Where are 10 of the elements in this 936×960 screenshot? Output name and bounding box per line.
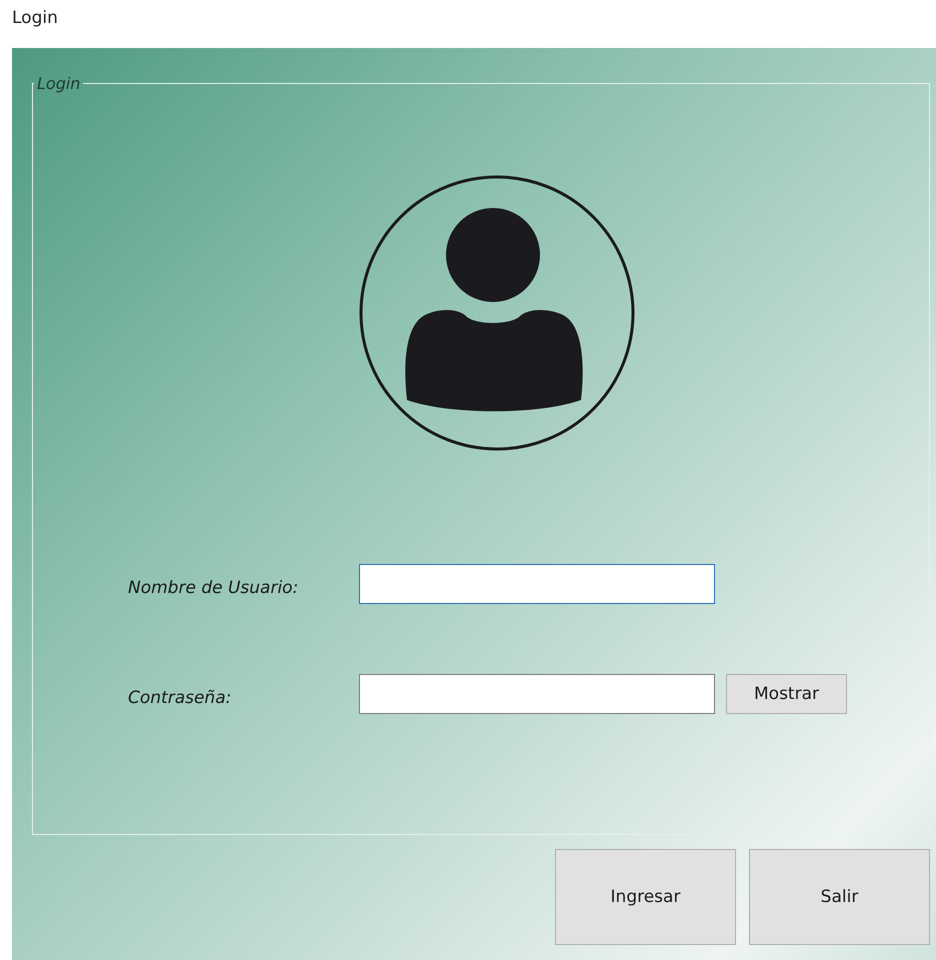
field-label: Nombre de Usuario: <box>128 577 300 598</box>
window-title: Login <box>12 8 58 28</box>
field-label: Contraseña: <box>128 687 232 708</box>
username-field[interactable] <box>359 564 715 604</box>
user-avatar-icon <box>359 175 635 451</box>
password-field[interactable] <box>359 674 715 714</box>
show-password-button[interactable]: Mostrar <box>726 674 847 714</box>
login-button[interactable]: Ingresar <box>555 849 736 945</box>
exit-button[interactable]: Salir <box>749 849 930 945</box>
group-title: Login <box>36 74 82 93</box>
